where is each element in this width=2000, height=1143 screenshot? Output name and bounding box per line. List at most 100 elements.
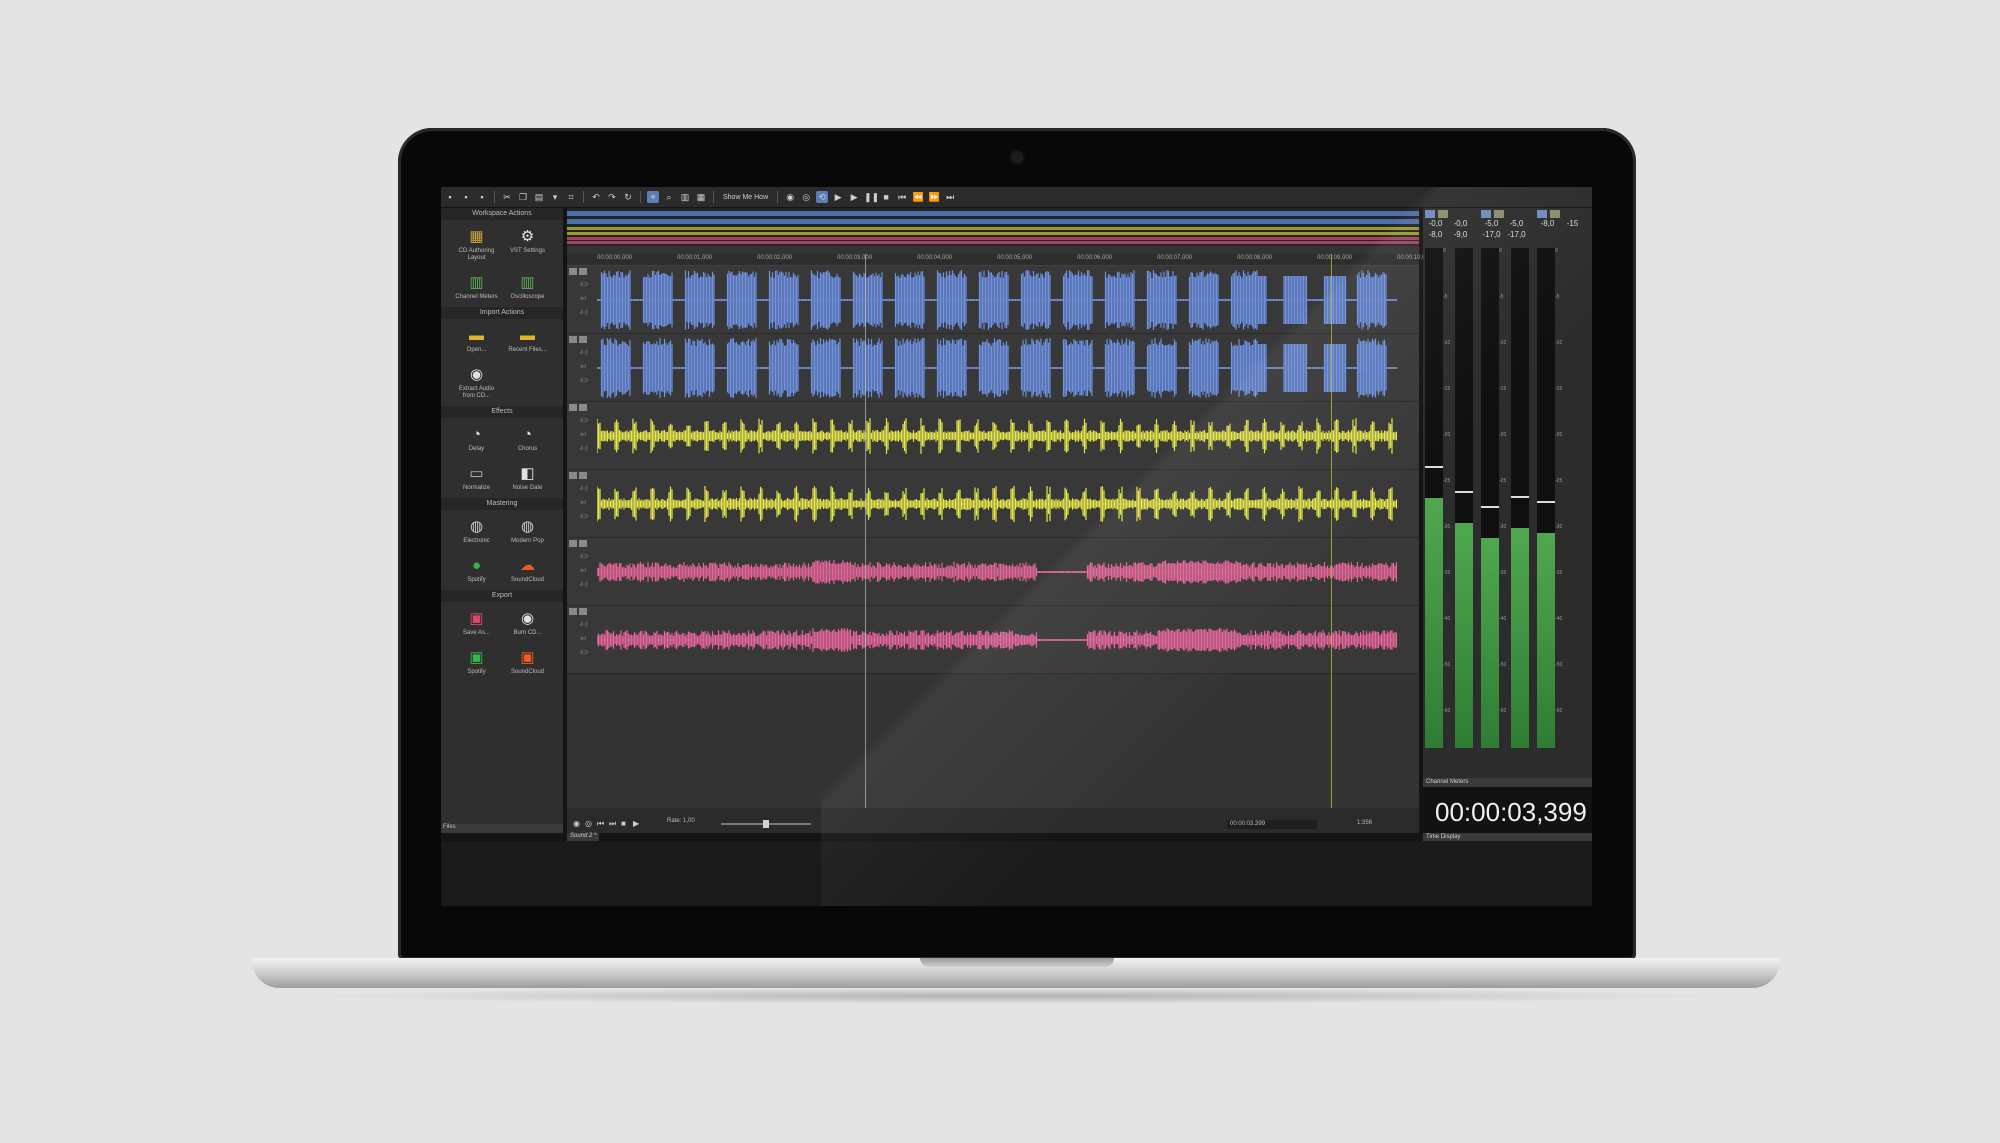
hub-action-layout-grid[interactable]: ▦ CD Authoring Layout	[451, 226, 502, 262]
hub-action-normalize[interactable]: ▭ Normalize	[451, 463, 502, 492]
track-solo-icon[interactable]	[579, 336, 587, 343]
track-mute-icon[interactable]	[569, 336, 577, 343]
hub-action-electronic-preset[interactable]: ◍ Electronic	[451, 516, 502, 545]
audio-track[interactable]: -6,0 -inf -6,0	[567, 266, 1419, 334]
hub-action-burn-cd[interactable]: ◉ Burn CD...	[502, 608, 553, 637]
zoom-field[interactable]: 1:356	[1357, 820, 1372, 826]
hub-action-channel-meters[interactable]: ▥ Channel Meters	[451, 272, 502, 301]
hub-action-modern-pop-preset[interactable]: ◍ Modern Pop	[502, 516, 553, 545]
meter-scale-label: -10	[1555, 340, 1563, 346]
track-mute-icon[interactable]	[569, 540, 577, 547]
pause-icon[interactable]: ❚❚	[864, 191, 879, 203]
copy-icon[interactable]: ❐	[517, 191, 529, 203]
meter-reset-icon[interactable]	[1550, 210, 1560, 218]
time-display-tab[interactable]: Time Display	[1423, 833, 1592, 841]
level-icon[interactable]: ▥	[679, 191, 691, 203]
hub-action-cd[interactable]: ◉ Extract Audio from CD...	[451, 364, 502, 400]
go-to-end-icon[interactable]: ⏭	[609, 819, 616, 829]
hub-action-spotify-export[interactable]: ▣ Spotify	[451, 647, 502, 676]
track-solo-icon[interactable]	[579, 608, 587, 615]
level-label: -inf	[579, 568, 586, 574]
audio-track[interactable]: -6,0 -inf -6,0	[567, 470, 1419, 538]
peak-hold-marker	[1511, 496, 1529, 498]
open-file-icon[interactable]: ▪	[460, 191, 472, 203]
track-solo-icon[interactable]	[579, 404, 587, 411]
mix-icon[interactable]: ▾	[549, 191, 561, 203]
audio-track[interactable]: -6,0 -inf -6,0	[567, 402, 1419, 470]
channel-meters-tab[interactable]: Channel Meters	[1423, 778, 1592, 787]
go-to-start-icon[interactable]: ⏮	[597, 819, 604, 829]
track-solo-icon[interactable]	[579, 268, 587, 275]
snap-icon[interactable]: ▦	[695, 191, 707, 203]
go-to-end-icon[interactable]: ⏭	[944, 191, 956, 203]
track-controls[interactable]	[569, 404, 589, 412]
hub-action-chorus-knob[interactable]: ◔ Chorus	[502, 424, 553, 453]
play-icon[interactable]: ▶	[633, 819, 639, 828]
stop-icon[interactable]: ■	[621, 819, 626, 828]
track-controls[interactable]	[569, 472, 589, 480]
audio-track[interactable]: -6,0 -inf -6,0	[567, 538, 1419, 606]
level-label: -6,0	[579, 622, 588, 628]
fast-forward-icon[interactable]: ⏩	[928, 191, 940, 203]
hub-action-soundcloud[interactable]: ☁ SoundCloud	[502, 555, 553, 584]
edit-tool-icon[interactable]: ⌖	[647, 191, 659, 203]
paste-icon[interactable]: ▤	[533, 191, 545, 203]
record-icon[interactable]: ◉	[573, 819, 580, 828]
hub-action-save-as[interactable]: ▣ Save As...	[451, 608, 502, 637]
cut-icon[interactable]: ✂	[501, 191, 513, 203]
audio-track[interactable]: -6,0 -inf -6,0	[567, 606, 1419, 674]
time-ruler[interactable]: 00:00:00,000 00:00:01,000 00:00:02,000 00:0…	[567, 254, 1425, 266]
overview-bar[interactable]	[567, 208, 1419, 246]
save-icon[interactable]: ▪	[476, 191, 488, 203]
hub-action-folder[interactable]: ▬ Open...	[451, 325, 502, 354]
track-solo-icon[interactable]	[579, 472, 587, 479]
go-to-start-icon[interactable]: ⏮	[896, 191, 908, 203]
track-area[interactable]: -6,0 -inf -6,0 -6,0 -inf -6,0 -6,0 -inf -6,0 -6,0…	[567, 266, 1419, 674]
track-controls[interactable]	[569, 268, 589, 276]
meter-settings-icon[interactable]	[1481, 210, 1491, 218]
track-controls[interactable]	[569, 336, 589, 344]
play-icon[interactable]: ▶	[832, 191, 844, 203]
repeat-icon[interactable]: ↻	[622, 191, 634, 203]
undo-icon[interactable]: ↶	[590, 191, 602, 203]
track-mute-icon[interactable]	[569, 268, 577, 275]
hub-action-soundcloud-export[interactable]: ▣ SoundCloud	[502, 647, 553, 676]
track-mute-icon[interactable]	[569, 404, 577, 411]
redo-icon[interactable]: ↷	[606, 191, 618, 203]
rate-slider[interactable]	[721, 820, 811, 828]
loop-icon[interactable]: ◎	[585, 819, 592, 828]
hub-action-recent-files[interactable]: ▬ Recent Files...	[502, 325, 553, 354]
show-me-how-button[interactable]: Show Me How	[720, 194, 771, 201]
crop-icon[interactable]: ⌗	[565, 191, 577, 203]
meter-reset-icon[interactable]	[1494, 210, 1504, 218]
track-controls[interactable]	[569, 540, 589, 548]
hub-action-gear[interactable]: ⚙ VST Settings	[502, 226, 553, 262]
track-mute-icon[interactable]	[569, 472, 577, 479]
track-controls[interactable]	[569, 608, 589, 616]
playback-cursor[interactable]	[865, 254, 866, 814]
position-field[interactable]: 00:00:03,399	[1227, 820, 1317, 829]
track-mute-icon[interactable]	[569, 608, 577, 615]
hub-action-delay-knob[interactable]: ◔ Delay	[451, 424, 502, 453]
hub-panel: Workspace Actions ▦ CD Authoring Layout ⚙ VS…	[441, 208, 563, 824]
new-file-icon[interactable]: ▪	[444, 191, 456, 203]
loop-icon[interactable]: ⟲	[816, 191, 829, 203]
meter-settings-icon[interactable]	[1425, 210, 1435, 218]
meter-settings-icon[interactable]	[1537, 210, 1547, 218]
end-marker[interactable]	[1331, 254, 1332, 814]
files-panel-tab[interactable]: Files	[441, 824, 563, 833]
hub-action-noise-gate[interactable]: ◧ Noise Gate	[502, 463, 553, 492]
rate-slider-knob[interactable]	[763, 820, 769, 828]
hub-action-spotify[interactable]: ● Spotify	[451, 555, 502, 584]
track-solo-icon[interactable]	[579, 540, 587, 547]
monitor-icon[interactable]: ◎	[800, 191, 812, 203]
stop-icon[interactable]: ■	[880, 191, 892, 203]
record-icon[interactable]: ◉	[784, 191, 796, 203]
audio-track[interactable]: -6,0 -inf -6,0	[567, 334, 1419, 402]
rewind-icon[interactable]: ⏪	[912, 191, 924, 203]
document-tab[interactable]: Sound 2 *	[567, 833, 600, 841]
zoom-tool-icon[interactable]: ⌕	[663, 191, 675, 203]
meter-reset-icon[interactable]	[1438, 210, 1448, 218]
play-all-icon[interactable]: ▶	[848, 191, 860, 203]
hub-action-oscilloscope[interactable]: ▥ Oscilloscope	[502, 272, 553, 301]
